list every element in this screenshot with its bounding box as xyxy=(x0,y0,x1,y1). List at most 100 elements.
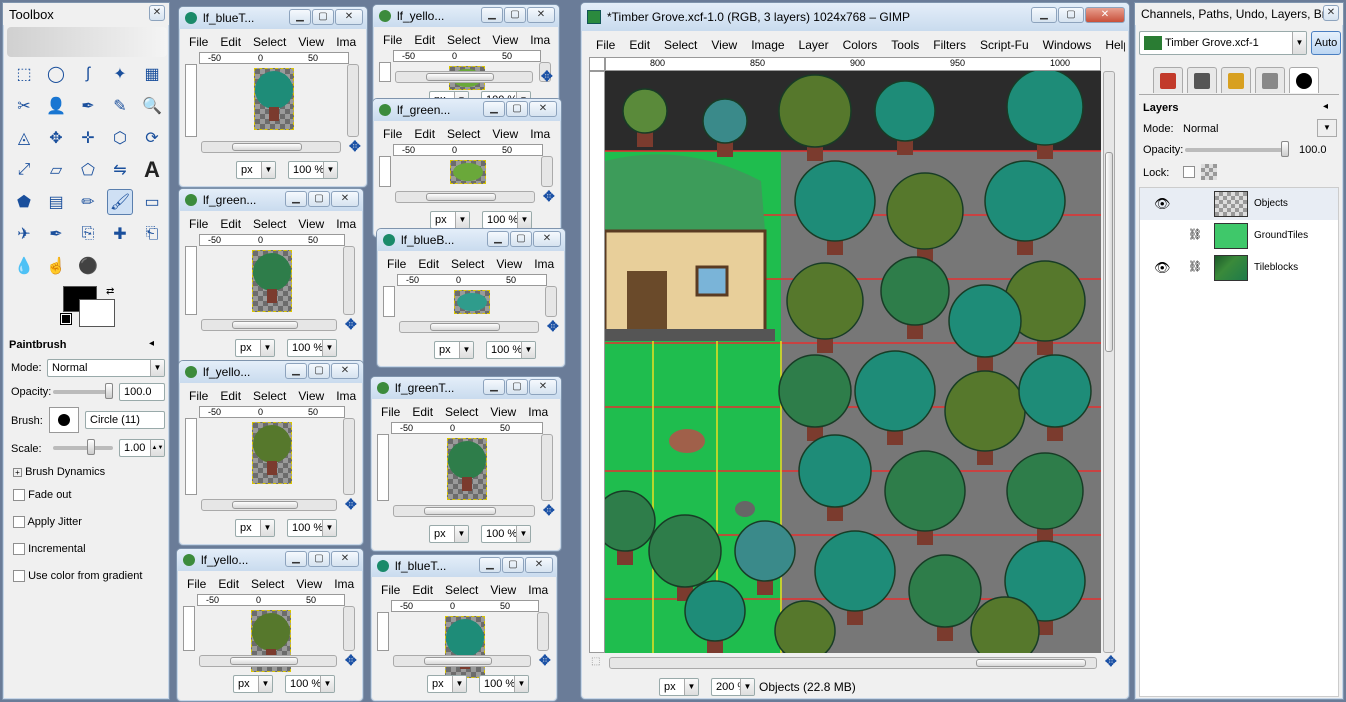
main-menu-item[interactable]: Image xyxy=(744,38,791,52)
smudge-tool-icon[interactable]: ☝ xyxy=(43,253,69,279)
layer-row[interactable]: 👁 Objects xyxy=(1140,188,1338,220)
layers-opacity-handle[interactable] xyxy=(1281,141,1289,157)
main-horizontal-scrollbar[interactable] xyxy=(609,657,1097,669)
color-picker-tool-icon[interactable]: ✎ xyxy=(107,93,133,119)
layers-dock-close-button[interactable]: ✕ xyxy=(1323,5,1339,21)
horizontal-scrollbar[interactable] xyxy=(201,499,337,511)
vertical-ruler[interactable] xyxy=(185,418,197,495)
hscroll-thumb[interactable] xyxy=(430,323,500,331)
brush-dynamics-expander[interactable]: + Brush Dynamics xyxy=(13,466,105,478)
maximize-button[interactable]: ▢ xyxy=(510,231,532,247)
brush-preview[interactable] xyxy=(49,407,79,433)
vertical-ruler[interactable] xyxy=(185,246,197,315)
hscroll-thumb[interactable] xyxy=(424,657,492,665)
menu-item[interactable]: Edit xyxy=(212,577,245,591)
image-select-combo[interactable]: Timber Grove.xcf-1 ▼ xyxy=(1139,31,1307,55)
chain-link-icon[interactable]: ⛓ xyxy=(1188,228,1202,241)
main-zoom-select[interactable]: 200 % ▼ xyxy=(711,678,755,696)
menu-item[interactable]: Edit xyxy=(214,389,247,403)
layer-row[interactable]: 👁 ⛓ Tileblocks xyxy=(1140,252,1338,284)
horizontal-scrollbar[interactable] xyxy=(199,655,337,667)
chain-link-icon[interactable]: ⛓ xyxy=(1188,260,1202,273)
layers-mode-dropdown-arrow[interactable]: ▼ xyxy=(1317,119,1337,137)
main-horizontal-ruler[interactable]: 800 850 900 950 1000 xyxy=(605,57,1101,71)
menu-item[interactable]: File xyxy=(375,583,406,597)
vertical-ruler[interactable] xyxy=(377,434,389,501)
unit-select[interactable]: px▼ xyxy=(233,675,273,693)
horizontal-ruler[interactable]: -50 0 50 xyxy=(393,144,543,156)
menu-item[interactable]: Ima xyxy=(528,257,560,271)
hscroll-thumb[interactable] xyxy=(232,143,302,151)
ruler-corner[interactable] xyxy=(589,57,605,71)
scale-input[interactable]: 1.00 ▲▼ xyxy=(119,439,165,457)
hscroll-thumb[interactable] xyxy=(232,321,298,329)
tool-option-checkbox[interactable] xyxy=(13,543,25,556)
menu-item[interactable]: File xyxy=(381,257,412,271)
navigate-icon[interactable]: ✥ xyxy=(345,496,357,513)
navigate-icon[interactable]: ✥ xyxy=(543,188,555,205)
menu-item[interactable]: Edit xyxy=(214,217,247,231)
horizontal-scrollbar[interactable] xyxy=(201,319,337,331)
close-button[interactable]: ✕ xyxy=(529,379,557,395)
menu-item[interactable]: Select xyxy=(439,405,484,419)
crop-tool-icon[interactable]: ⬡ xyxy=(107,125,133,151)
menu-item[interactable]: File xyxy=(377,33,408,47)
measure-tool-icon[interactable]: ◬ xyxy=(11,125,37,151)
auto-button[interactable]: Auto xyxy=(1311,31,1341,55)
pencil-tool-icon[interactable]: ✏ xyxy=(75,189,101,215)
vertical-ruler[interactable] xyxy=(379,62,391,82)
zoom-select[interactable]: 100 %▼ xyxy=(288,161,338,179)
vertical-scrollbar[interactable] xyxy=(343,418,355,495)
horizontal-scrollbar[interactable] xyxy=(393,655,531,667)
menu-item[interactable]: Ima xyxy=(330,389,359,403)
paths-tab-icon[interactable] xyxy=(1187,67,1217,93)
minimize-button[interactable]: ▁ xyxy=(483,101,505,117)
close-button[interactable]: ✕ xyxy=(331,363,359,379)
layers-opacity-slider[interactable] xyxy=(1185,148,1289,152)
menu-item[interactable]: View xyxy=(290,577,328,591)
navigate-icon[interactable]: ✥ xyxy=(541,68,553,85)
horizontal-scrollbar[interactable] xyxy=(395,191,535,203)
minimize-button[interactable]: ▁ xyxy=(487,231,509,247)
menu-item[interactable]: View xyxy=(484,583,522,597)
hscroll-thumb[interactable] xyxy=(426,193,496,201)
lock-pixels-checkbox[interactable] xyxy=(1183,166,1195,178)
menu-item[interactable]: Ima xyxy=(522,405,554,419)
minimize-button[interactable]: ▁ xyxy=(289,9,311,25)
close-button[interactable]: ✕ xyxy=(533,231,561,247)
vertical-scrollbar[interactable] xyxy=(541,434,553,501)
close-button[interactable]: ✕ xyxy=(527,7,555,23)
horizontal-ruler[interactable]: -50 0 50 xyxy=(393,50,541,62)
zoom-select[interactable]: 100 %▼ xyxy=(287,339,337,357)
zoom-select[interactable]: 100 %▼ xyxy=(482,211,532,229)
main-maximize-button[interactable]: ▢ xyxy=(1058,7,1084,23)
channels-tab-icon[interactable] xyxy=(1153,67,1183,93)
bucket-fill-tool-icon[interactable]: ⬟ xyxy=(11,189,37,215)
main-menu-item[interactable]: Select xyxy=(657,38,704,52)
vertical-ruler[interactable] xyxy=(183,606,195,651)
unit-select[interactable]: px▼ xyxy=(236,161,276,179)
maximize-button[interactable]: ▢ xyxy=(308,551,330,567)
blend-tool-icon[interactable]: ▤ xyxy=(43,189,69,215)
navigate-icon[interactable]: ✥ xyxy=(547,318,559,335)
layers-tab-icon[interactable] xyxy=(1255,67,1285,93)
tool-option-checkbox[interactable] xyxy=(13,516,25,529)
minimize-button[interactable]: ▁ xyxy=(479,557,501,573)
airbrush-tool-icon[interactable]: ✈ xyxy=(11,221,37,247)
layer-visibility-eye-icon[interactable]: 👁 xyxy=(1154,196,1171,212)
unit-select[interactable]: px▼ xyxy=(430,211,470,229)
main-menu-item[interactable]: Tools xyxy=(884,38,926,52)
menu-item[interactable]: Edit xyxy=(406,405,439,419)
tool-option-row[interactable]: Incremental xyxy=(13,543,86,556)
main-menu-item[interactable]: Layer xyxy=(792,38,836,52)
rotate-tool-icon[interactable]: ⟳ xyxy=(139,125,165,151)
close-button[interactable]: ✕ xyxy=(529,101,557,117)
rect-select-tool-icon[interactable]: ⬚ xyxy=(11,61,37,87)
menu-item[interactable]: File xyxy=(377,127,408,141)
horizontal-ruler[interactable]: -50 0 50 xyxy=(199,406,345,418)
main-vertical-ruler[interactable] xyxy=(589,71,605,653)
unit-select[interactable]: px▼ xyxy=(427,675,467,693)
maximize-button[interactable]: ▢ xyxy=(308,363,330,379)
vertical-ruler[interactable] xyxy=(379,156,391,187)
main-menu-item[interactable]: File xyxy=(589,38,622,52)
